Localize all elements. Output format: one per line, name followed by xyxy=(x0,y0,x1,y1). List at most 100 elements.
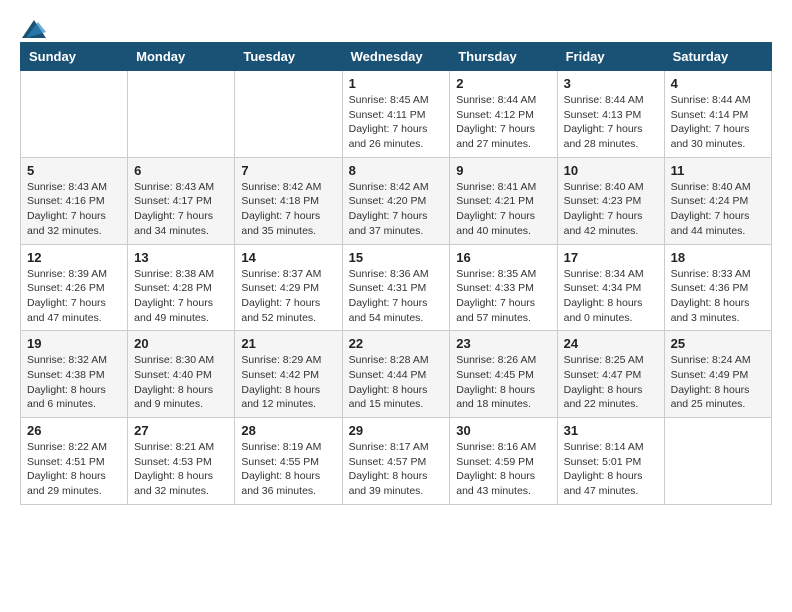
day-detail: Sunrise: 8:33 AM Sunset: 4:36 PM Dayligh… xyxy=(671,267,765,326)
day-number: 22 xyxy=(349,336,444,351)
day-detail: Sunrise: 8:40 AM Sunset: 4:24 PM Dayligh… xyxy=(671,180,765,239)
day-detail: Sunrise: 8:42 AM Sunset: 4:20 PM Dayligh… xyxy=(349,180,444,239)
day-number: 11 xyxy=(671,163,765,178)
calendar-cell: 23 Sunrise: 8:26 AM Sunset: 4:45 PM Dayli… xyxy=(450,331,557,418)
day-number: 18 xyxy=(671,250,765,265)
day-detail: Sunrise: 8:21 AM Sunset: 4:53 PM Dayligh… xyxy=(134,440,228,499)
day-number: 19 xyxy=(27,336,121,351)
day-detail: Sunrise: 8:26 AM Sunset: 4:45 PM Dayligh… xyxy=(456,353,550,412)
day-detail: Sunrise: 8:43 AM Sunset: 4:17 PM Dayligh… xyxy=(134,180,228,239)
day-detail: Sunrise: 8:39 AM Sunset: 4:26 PM Dayligh… xyxy=(27,267,121,326)
day-detail: Sunrise: 8:37 AM Sunset: 4:29 PM Dayligh… xyxy=(241,267,335,326)
calendar-cell: 24Sunrise: 8:25 AM Sunset: 4:47 PM Dayli… xyxy=(557,331,664,418)
day-number: 25 xyxy=(671,336,765,351)
day-detail: Sunrise: 8:28 AM Sunset: 4:44 PM Dayligh… xyxy=(349,353,444,412)
day-detail: Sunrise: 8:44 AM Sunset: 4:14 PM Dayligh… xyxy=(671,93,765,152)
calendar-cell xyxy=(664,418,771,505)
calendar-header-monday: Monday xyxy=(128,43,235,71)
calendar-cell: 10 Sunrise: 8:40 AM Sunset: 4:23 PM Dayli… xyxy=(557,157,664,244)
calendar-cell: 16 Sunrise: 8:35 AM Sunset: 4:33 PM Dayli… xyxy=(450,244,557,331)
calendar-cell: 14Sunrise: 8:37 AM Sunset: 4:29 PM Dayli… xyxy=(235,244,342,331)
day-detail: Sunrise: 8:41 AM Sunset: 4:21 PM Dayligh… xyxy=(456,180,550,239)
day-detail: Sunrise: 8:42 AM Sunset: 4:18 PM Dayligh… xyxy=(241,180,335,239)
day-number: 20 xyxy=(134,336,228,351)
calendar-week-row: 5 Sunrise: 8:43 AM Sunset: 4:16 PM Daylig… xyxy=(21,157,772,244)
day-number: 15 xyxy=(349,250,444,265)
calendar-cell: 1 Sunrise: 8:45 AM Sunset: 4:11 PM Daylig… xyxy=(342,71,450,158)
calendar-cell: 29 Sunrise: 8:17 AM Sunset: 4:57 PM Dayli… xyxy=(342,418,450,505)
calendar-cell: 7Sunrise: 8:42 AM Sunset: 4:18 PM Daylig… xyxy=(235,157,342,244)
day-number: 17 xyxy=(564,250,658,265)
day-detail: Sunrise: 8:24 AM Sunset: 4:49 PM Dayligh… xyxy=(671,353,765,412)
day-detail: Sunrise: 8:30 AM Sunset: 4:40 PM Dayligh… xyxy=(134,353,228,412)
day-number: 26 xyxy=(27,423,121,438)
page: SundayMondayTuesdayWednesdayThursdayFrid… xyxy=(0,0,792,515)
day-detail: Sunrise: 8:35 AM Sunset: 4:33 PM Dayligh… xyxy=(456,267,550,326)
calendar-cell: 30Sunrise: 8:16 AM Sunset: 4:59 PM Dayli… xyxy=(450,418,557,505)
calendar-cell: 28Sunrise: 8:19 AM Sunset: 4:55 PM Dayli… xyxy=(235,418,342,505)
day-detail: Sunrise: 8:45 AM Sunset: 4:11 PM Dayligh… xyxy=(349,93,444,152)
day-number: 1 xyxy=(349,76,444,91)
calendar-week-row: 26Sunrise: 8:22 AM Sunset: 4:51 PM Dayli… xyxy=(21,418,772,505)
calendar-cell: 27Sunrise: 8:21 AM Sunset: 4:53 PM Dayli… xyxy=(128,418,235,505)
day-detail: Sunrise: 8:43 AM Sunset: 4:16 PM Dayligh… xyxy=(27,180,121,239)
logo-icon xyxy=(22,20,46,38)
day-number: 24 xyxy=(564,336,658,351)
day-number: 5 xyxy=(27,163,121,178)
calendar-cell: 13 Sunrise: 8:38 AM Sunset: 4:28 PM Dayli… xyxy=(128,244,235,331)
calendar-cell: 2 Sunrise: 8:44 AM Sunset: 4:12 PM Daylig… xyxy=(450,71,557,158)
day-number: 3 xyxy=(564,76,658,91)
calendar-cell: 12 Sunrise: 8:39 AM Sunset: 4:26 PM Dayli… xyxy=(21,244,128,331)
calendar-cell: 8 Sunrise: 8:42 AM Sunset: 4:20 PM Daylig… xyxy=(342,157,450,244)
calendar-header-tuesday: Tuesday xyxy=(235,43,342,71)
calendar-cell: 18 Sunrise: 8:33 AM Sunset: 4:36 PM Dayli… xyxy=(664,244,771,331)
logo xyxy=(20,20,46,34)
day-detail: Sunrise: 8:40 AM Sunset: 4:23 PM Dayligh… xyxy=(564,180,658,239)
calendar: SundayMondayTuesdayWednesdayThursdayFrid… xyxy=(20,42,772,505)
day-detail: Sunrise: 8:32 AM Sunset: 4:38 PM Dayligh… xyxy=(27,353,121,412)
calendar-header-sunday: Sunday xyxy=(21,43,128,71)
day-number: 23 xyxy=(456,336,550,351)
calendar-header-friday: Friday xyxy=(557,43,664,71)
calendar-cell: 4 Sunrise: 8:44 AM Sunset: 4:14 PM Daylig… xyxy=(664,71,771,158)
calendar-cell: 20 Sunrise: 8:30 AM Sunset: 4:40 PM Dayli… xyxy=(128,331,235,418)
calendar-cell xyxy=(235,71,342,158)
calendar-week-row: 1 Sunrise: 8:45 AM Sunset: 4:11 PM Daylig… xyxy=(21,71,772,158)
calendar-header-wednesday: Wednesday xyxy=(342,43,450,71)
day-detail: Sunrise: 8:29 AM Sunset: 4:42 PM Dayligh… xyxy=(241,353,335,412)
calendar-week-row: 12 Sunrise: 8:39 AM Sunset: 4:26 PM Dayli… xyxy=(21,244,772,331)
day-number: 28 xyxy=(241,423,335,438)
day-number: 9 xyxy=(456,163,550,178)
day-detail: Sunrise: 8:38 AM Sunset: 4:28 PM Dayligh… xyxy=(134,267,228,326)
calendar-cell: 3 Sunrise: 8:44 AM Sunset: 4:13 PM Daylig… xyxy=(557,71,664,158)
calendar-cell: 21 Sunrise: 8:29 AM Sunset: 4:42 PM Dayli… xyxy=(235,331,342,418)
day-number: 10 xyxy=(564,163,658,178)
calendar-cell: 26Sunrise: 8:22 AM Sunset: 4:51 PM Dayli… xyxy=(21,418,128,505)
day-number: 2 xyxy=(456,76,550,91)
day-detail: Sunrise: 8:44 AM Sunset: 4:13 PM Dayligh… xyxy=(564,93,658,152)
calendar-cell: 17Sunrise: 8:34 AM Sunset: 4:34 PM Dayli… xyxy=(557,244,664,331)
calendar-cell: 5 Sunrise: 8:43 AM Sunset: 4:16 PM Daylig… xyxy=(21,157,128,244)
day-detail: Sunrise: 8:36 AM Sunset: 4:31 PM Dayligh… xyxy=(349,267,444,326)
day-number: 30 xyxy=(456,423,550,438)
header xyxy=(20,20,772,34)
calendar-cell: 15 Sunrise: 8:36 AM Sunset: 4:31 PM Dayli… xyxy=(342,244,450,331)
day-number: 16 xyxy=(456,250,550,265)
day-number: 21 xyxy=(241,336,335,351)
day-number: 8 xyxy=(349,163,444,178)
calendar-cell xyxy=(128,71,235,158)
day-detail: Sunrise: 8:14 AM Sunset: 5:01 PM Dayligh… xyxy=(564,440,658,499)
calendar-cell: 22 Sunrise: 8:28 AM Sunset: 4:44 PM Dayli… xyxy=(342,331,450,418)
calendar-header-saturday: Saturday xyxy=(664,43,771,71)
calendar-cell: 6Sunrise: 8:43 AM Sunset: 4:17 PM Daylig… xyxy=(128,157,235,244)
calendar-cell: 11 Sunrise: 8:40 AM Sunset: 4:24 PM Dayli… xyxy=(664,157,771,244)
day-number: 4 xyxy=(671,76,765,91)
calendar-week-row: 19 Sunrise: 8:32 AM Sunset: 4:38 PM Dayli… xyxy=(21,331,772,418)
day-number: 29 xyxy=(349,423,444,438)
day-detail: Sunrise: 8:44 AM Sunset: 4:12 PM Dayligh… xyxy=(456,93,550,152)
calendar-header-thursday: Thursday xyxy=(450,43,557,71)
day-number: 12 xyxy=(27,250,121,265)
day-number: 13 xyxy=(134,250,228,265)
day-detail: Sunrise: 8:17 AM Sunset: 4:57 PM Dayligh… xyxy=(349,440,444,499)
calendar-cell xyxy=(21,71,128,158)
